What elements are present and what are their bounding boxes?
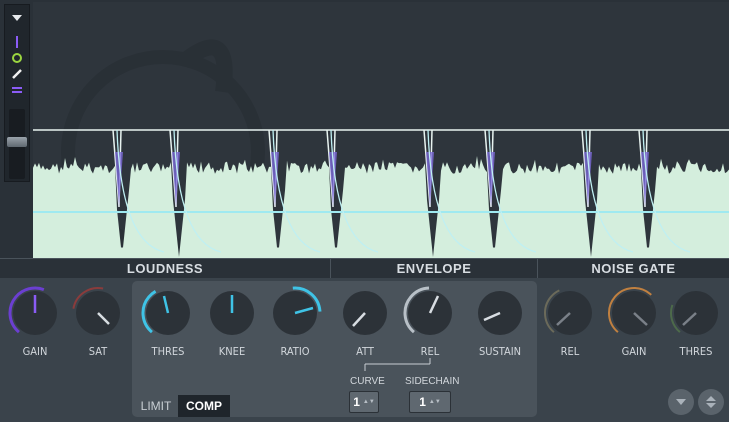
thres-knob[interactable] [141,286,195,340]
sustain-label: SUSTAIN [478,345,522,358]
section-loudness: LOUDNESS [0,258,330,279]
sidechain-label: SIDECHAIN [405,376,460,387]
gate-rel-knob[interactable] [543,286,597,340]
spinner-arrows-icon: ▲▼ [428,399,441,405]
spinner-arrows-icon: ▲▼ [362,399,375,405]
graph-toolbar [4,4,30,182]
waveform-display [33,39,729,258]
curve-label: CURVE [350,376,385,387]
sustain-knob[interactable] [473,286,527,340]
waveform-fill [33,156,729,258]
section-envelope: ENVELOPE [331,258,537,279]
sat-knob[interactable] [71,286,125,340]
dropdown-arrow-icon[interactable] [9,11,25,25]
gate-thres-knob[interactable] [669,286,723,340]
mode-comp-button[interactable]: COMP [178,395,230,417]
gate-gain-knob[interactable] [607,286,661,340]
rel-knob[interactable] [403,286,457,340]
sat-label: SAT [88,345,108,358]
zoom-fader-handle[interactable] [7,137,27,147]
updown-arrows-icon [706,396,716,408]
ratio-knob[interactable] [268,286,322,340]
sidechain-value: 1 [419,395,426,409]
compressor-graph[interactable] [33,2,729,258]
rel-label: REL [420,345,440,358]
gate-thres-label: THRES [679,345,713,358]
att-rel-link [364,358,431,371]
sidechain-spinner[interactable]: 1 ▲▼ [409,391,451,413]
chevron-down-button[interactable] [668,389,694,415]
gain-knob[interactable] [8,286,62,340]
chevron-down-icon [676,399,686,405]
section-noise-gate: NOISE GATE [538,258,729,279]
updown-button[interactable] [698,389,724,415]
circle-icon[interactable] [9,51,25,65]
pencil-icon[interactable] [9,67,25,81]
knee-knob[interactable] [205,286,259,340]
mode-limit-button[interactable]: LIMIT [136,396,176,416]
curve-value: 1 [353,395,360,409]
double-line-icon[interactable] [9,83,25,97]
ratio-label: RATIO [280,345,310,358]
curve-spinner[interactable]: 1 ▲▼ [349,391,379,413]
att-knob[interactable] [338,286,392,340]
line-icon[interactable] [9,35,25,49]
